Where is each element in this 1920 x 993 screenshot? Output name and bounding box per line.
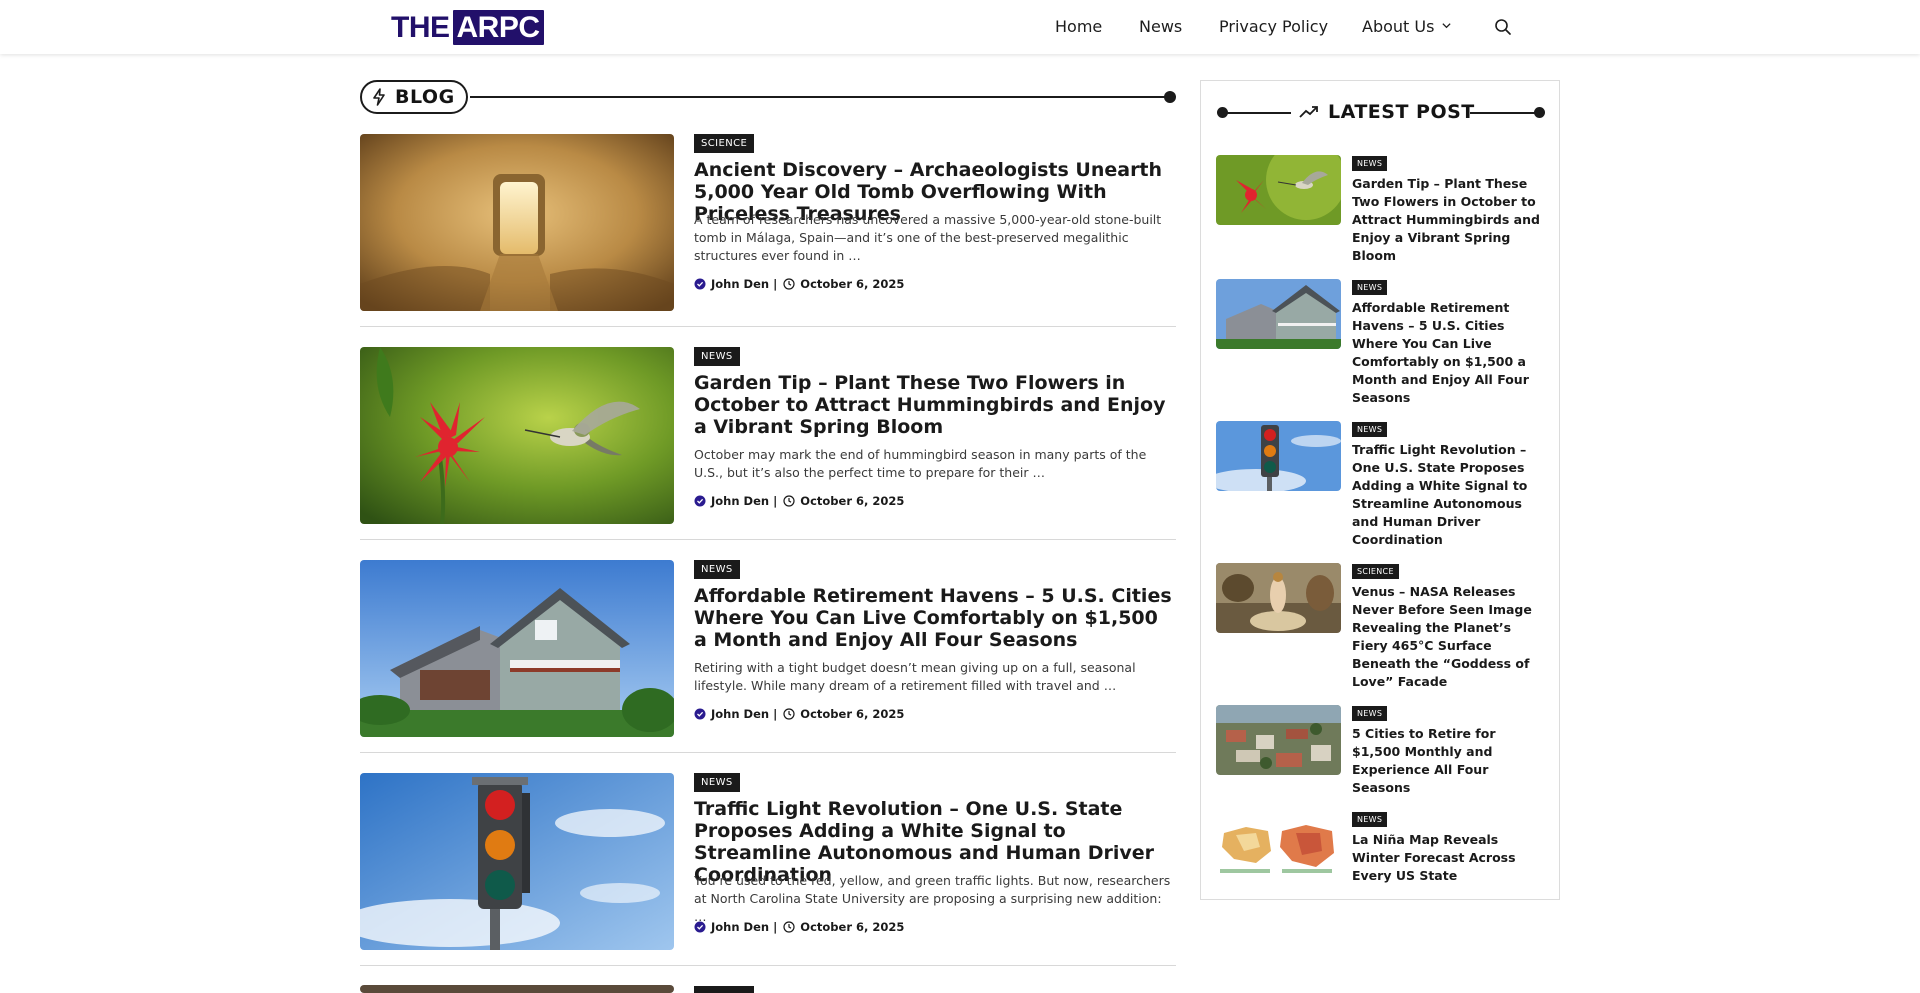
clock-icon bbox=[783, 278, 795, 290]
latest-post-item: SCIENCE Venus – NASA Releases Never Befo… bbox=[1216, 563, 1546, 689]
clock-icon bbox=[783, 921, 795, 933]
post-title[interactable]: Venus – NASA Releases Never Before Seen … bbox=[1352, 583, 1548, 691]
post-title[interactable]: Traffic Light Revolution – One U.S. Stat… bbox=[1352, 441, 1548, 549]
blog-heading-text: BLOG bbox=[395, 86, 455, 108]
category-badge[interactable]: SCIENCE bbox=[1352, 564, 1399, 579]
nav-home[interactable]: Home bbox=[1055, 17, 1102, 36]
article-card: NEWS Garden Tip – Plant These Two Flower… bbox=[360, 347, 1176, 540]
chevron-down-icon[interactable] bbox=[1441, 20, 1452, 31]
category-badge[interactable]: NEWS bbox=[1352, 706, 1388, 721]
post-title[interactable]: Garden Tip – Plant These Two Flowers in … bbox=[1352, 175, 1548, 265]
post-thumbnail-traffic-light[interactable] bbox=[1216, 421, 1341, 491]
article-card bbox=[360, 985, 1176, 993]
article-divider bbox=[360, 326, 1176, 327]
post-date: October 6, 2025 bbox=[800, 707, 905, 721]
category-badge[interactable]: NEWS bbox=[1352, 422, 1388, 437]
post-title[interactable]: 5 Cities to Retire for $1,500 Monthly an… bbox=[1352, 725, 1548, 797]
latest-post-item: NEWS Garden Tip – Plant These Two Flower… bbox=[1216, 155, 1546, 263]
article-excerpt: Retiring with a tight budget doesn’t mea… bbox=[694, 660, 1136, 693]
category-badge[interactable]: NEWS bbox=[1352, 280, 1388, 295]
article-card: NEWS Traffic Light Revolution – One U.S.… bbox=[360, 773, 1176, 966]
post-title[interactable]: Affordable Retirement Havens – 5 U.S. Ci… bbox=[1352, 299, 1548, 407]
article-thumbnail-hummingbird[interactable] bbox=[360, 347, 674, 524]
heading-divider bbox=[1470, 112, 1539, 114]
article-excerpt: October may mark the end of hummingbird … bbox=[694, 447, 1147, 480]
author-name[interactable]: John Den | bbox=[711, 494, 777, 508]
post-thumbnail-weather-map[interactable] bbox=[1216, 811, 1341, 881]
article-divider bbox=[360, 965, 1176, 966]
author-name[interactable]: John Den | bbox=[711, 707, 777, 721]
article-thumbnail-tomb[interactable] bbox=[360, 134, 674, 311]
verified-author-icon bbox=[694, 921, 706, 933]
post-thumbnail-hummingbird[interactable] bbox=[1216, 155, 1341, 225]
article-thumbnail[interactable] bbox=[360, 985, 674, 993]
heading-end-dot bbox=[1534, 107, 1545, 118]
site-logo[interactable]: THE ARPC bbox=[391, 10, 544, 45]
author-name[interactable]: John Den | bbox=[711, 277, 777, 291]
author-name[interactable]: John Den | bbox=[711, 920, 777, 934]
latest-post-heading: LATEST POST bbox=[1217, 101, 1545, 125]
article-title[interactable]: Affordable Retirement Havens – 5 U.S. Ci… bbox=[694, 585, 1176, 651]
category-badge[interactable]: NEWS bbox=[1352, 156, 1388, 171]
article-excerpt: A team of researchers has uncovered a ma… bbox=[694, 212, 1162, 263]
article-excerpt: You’re used to the red, yellow, and gree… bbox=[694, 873, 1171, 924]
article-title[interactable]: Garden Tip – Plant These Two Flowers in … bbox=[694, 372, 1176, 438]
search-icon[interactable] bbox=[1494, 18, 1512, 36]
verified-author-icon bbox=[694, 495, 706, 507]
category-badge[interactable]: NEWS bbox=[694, 347, 740, 366]
nav-news[interactable]: News bbox=[1139, 17, 1182, 36]
latest-post-heading-text: LATEST POST bbox=[1328, 101, 1475, 123]
post-thumbnail-aerial-city[interactable] bbox=[1216, 705, 1341, 775]
category-badge[interactable]: NEWS bbox=[1352, 812, 1388, 827]
article-meta: John Den | October 6, 2025 bbox=[694, 920, 904, 934]
article-thumbnail-houses[interactable] bbox=[360, 560, 674, 737]
latest-post-item: NEWS Affordable Retirement Havens – 5 U.… bbox=[1216, 279, 1546, 405]
trending-up-icon bbox=[1299, 106, 1318, 118]
category-badge[interactable]: SCIENCE bbox=[694, 134, 755, 153]
category-badge[interactable] bbox=[694, 986, 754, 993]
latest-post-item: NEWS La Niña Map Reveals Winter Forecast… bbox=[1216, 811, 1546, 891]
latest-post-item: NEWS 5 Cities to Retire for $1,500 Month… bbox=[1216, 705, 1546, 795]
nav-privacy-policy[interactable]: Privacy Policy bbox=[1219, 17, 1328, 36]
verified-author-icon bbox=[694, 708, 706, 720]
blog-label: BLOG bbox=[360, 80, 468, 114]
post-date: October 6, 2025 bbox=[800, 494, 905, 508]
verified-author-icon bbox=[694, 278, 706, 290]
latest-post-item: NEWS Traffic Light Revolution – One U.S.… bbox=[1216, 421, 1546, 547]
post-thumbnail-venus-painting[interactable] bbox=[1216, 563, 1341, 633]
article-meta: John Den | October 6, 2025 bbox=[694, 494, 904, 508]
article-meta: John Den | October 6, 2025 bbox=[694, 707, 904, 721]
article-divider bbox=[360, 539, 1176, 540]
category-badge[interactable]: NEWS bbox=[694, 773, 740, 792]
site-header: THE ARPC Home News Privacy Policy About … bbox=[0, 0, 1920, 54]
post-thumbnail-houses[interactable] bbox=[1216, 279, 1341, 349]
logo-arpc: ARPC bbox=[452, 10, 544, 45]
clock-icon bbox=[783, 495, 795, 507]
clock-icon bbox=[783, 708, 795, 720]
post-date: October 6, 2025 bbox=[800, 920, 905, 934]
article-thumbnail-traffic-light[interactable] bbox=[360, 773, 674, 950]
logo-the: THE bbox=[391, 11, 450, 44]
article-card: SCIENCE Ancient Discovery – Archaeologis… bbox=[360, 134, 1176, 327]
latest-post-label: LATEST POST bbox=[1299, 101, 1475, 123]
nav-about-us[interactable]: About Us bbox=[1362, 17, 1434, 36]
post-date: October 6, 2025 bbox=[800, 277, 905, 291]
blog-section-heading: BLOG bbox=[360, 80, 1176, 114]
post-title[interactable]: La Niña Map Reveals Winter Forecast Acro… bbox=[1352, 831, 1548, 885]
category-badge[interactable]: NEWS bbox=[694, 560, 740, 579]
heading-end-dot bbox=[1164, 91, 1176, 103]
lightning-icon bbox=[373, 88, 385, 106]
latest-posts-sidebar: LATEST POST NEWS Garden Tip – Plant Thes… bbox=[1200, 80, 1560, 900]
article-card: NEWS Affordable Retirement Havens – 5 U.… bbox=[360, 560, 1176, 753]
article-meta: John Den | October 6, 2025 bbox=[694, 277, 904, 291]
article-divider bbox=[360, 752, 1176, 753]
heading-divider bbox=[1223, 112, 1291, 114]
heading-divider bbox=[470, 96, 1170, 98]
